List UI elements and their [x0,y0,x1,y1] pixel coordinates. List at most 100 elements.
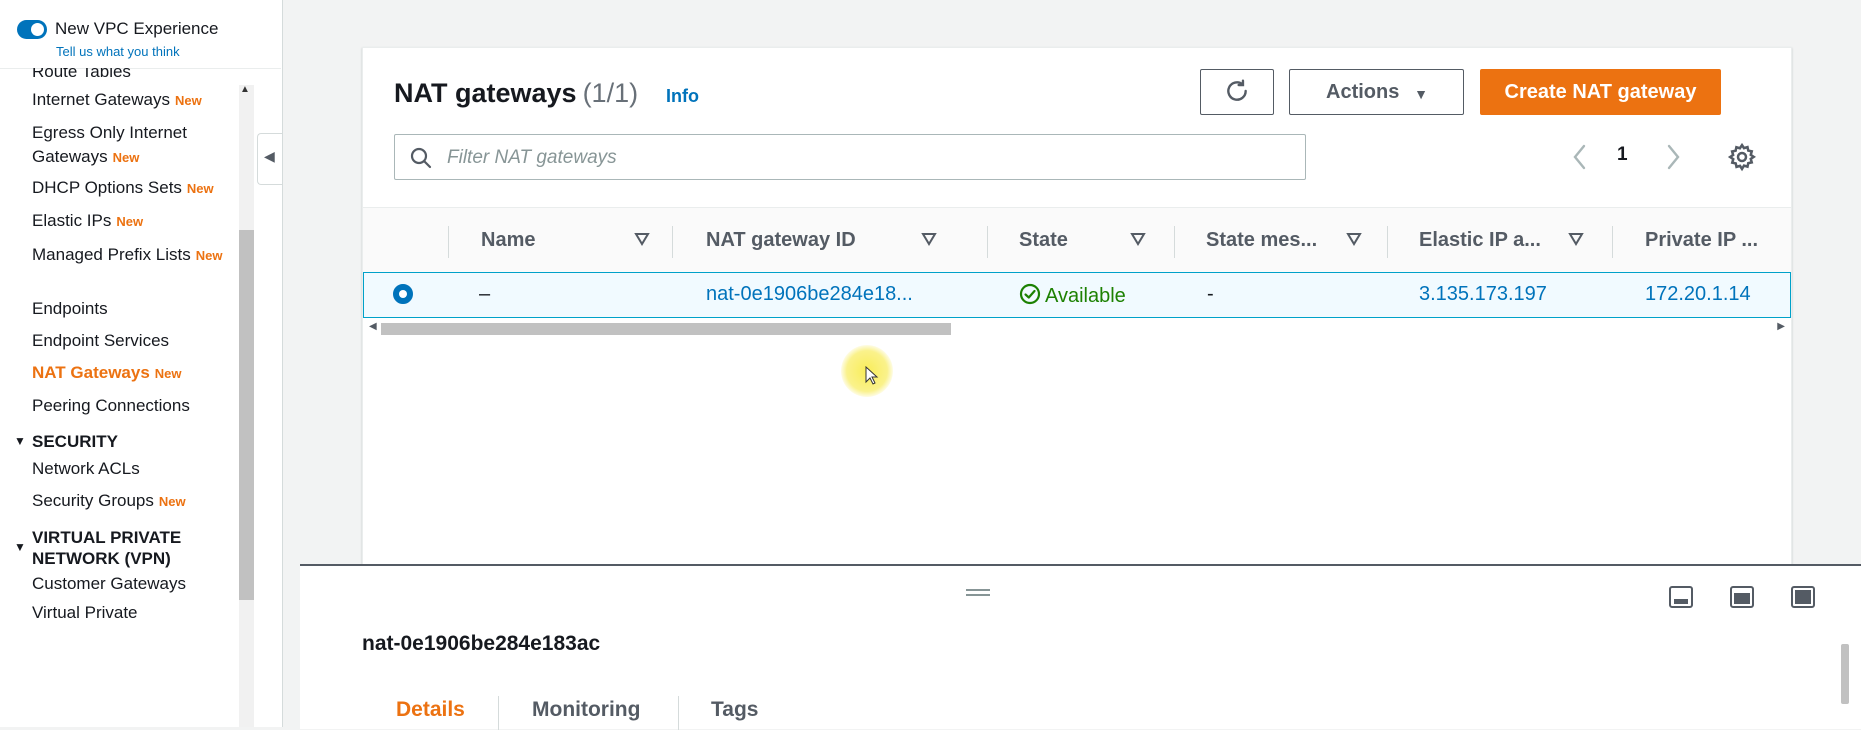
table-row[interactable]: – nat-0e1906be284e18... Available - 3.13… [363,272,1791,318]
sidebar-item-endpoints[interactable]: Endpoints [32,297,237,321]
sidebar-item-label: Security Groups [32,491,154,510]
cell-state-message: - [1207,283,1214,305]
column-header-label: Elastic IP a... [1419,229,1541,251]
sidebar-item-internet-gateways[interactable]: Internet Gateways New [32,88,237,113]
sidebar-item-virtual-private[interactable]: Virtual Private [32,601,237,625]
navigation-sidebar: New VPC Experience Tell us what you thin… [0,0,283,727]
sidebar-item-label: Virtual Private [32,603,138,622]
section-heading-line: VIRTUAL PRIVATE [32,528,182,547]
chevron-right-icon[interactable] [1661,140,1685,174]
sidebar-item-egress-only-internet-gateways[interactable]: Egress Only Internet Gateways New [32,121,237,170]
panel-position-side-icon[interactable] [1729,585,1755,609]
mouse-pointer-icon [865,366,879,385]
column-divider [987,226,988,258]
sidebar-item-dhcp-options-sets[interactable]: DHCP Options Sets New [32,176,237,201]
cell-state: Available [1019,283,1126,308]
sidebar-item-label: Egress Only Internet Gateways [32,123,187,166]
sidebar-item-label: DHCP Options Sets [32,178,182,197]
sidebar-item-label: NAT Gateways [32,363,150,382]
column-header-name[interactable]: Name [481,208,650,274]
row-select-radio[interactable] [393,284,413,304]
filter-box [394,134,1306,180]
column-divider [1612,226,1613,258]
column-header-state-message[interactable]: State mes... [1206,208,1386,274]
sidebar-item-label: Endpoints [32,299,108,318]
horizontal-scrollbar-thumb[interactable] [381,323,951,335]
scroll-up-arrow-icon[interactable]: ▲ [240,84,250,95]
new-experience-toggle[interactable] [17,20,47,39]
sidebar-item-nat-gateways[interactable]: NAT Gateways New [32,361,237,386]
tab-tags[interactable]: Tags [711,690,758,730]
column-divider [1174,226,1175,258]
sidebar-item-network-acls[interactable]: Network ACLs [32,457,237,481]
actions-dropdown-button[interactable]: Actions ▼ [1289,69,1464,115]
section-heading: SECURITY [32,432,118,451]
chevron-left-icon[interactable] [1568,140,1592,174]
cell-nat-gateway-id-link[interactable]: nat-0e1906be284e18... [706,283,913,306]
filter-input[interactable] [445,143,1289,173]
scroll-left-arrow-icon[interactable]: ◀ [369,321,377,332]
scroll-right-arrow-icon[interactable]: ▶ [1777,321,1785,332]
refresh-icon [1227,79,1247,101]
sidebar-item-peering-connections[interactable]: Peering Connections [32,394,237,418]
new-badge: New [112,150,140,165]
new-experience-panel: New VPC Experience Tell us what you thin… [0,0,281,69]
new-badge: New [158,494,186,509]
sidebar-item-customer-gateways[interactable]: Customer Gateways [32,572,237,596]
sidebar-item-managed-prefix-lists[interactable]: Managed Prefix Lists New [32,243,237,268]
column-header-state[interactable]: State [1019,208,1169,274]
page-title: NAT gateways (1/1) [394,78,638,109]
sidebar-item-route-tables[interactable]: Route Tables [32,68,237,84]
sidebar-item-label: Endpoint Services [32,331,170,350]
sort-icon [921,233,937,246]
sidebar-item-label: Elastic IPs [32,211,112,230]
current-page-number[interactable]: 1 [1617,144,1628,166]
column-header-private-ip[interactable]: Private IP ... [1645,208,1785,274]
section-vpn[interactable]: ▼ VIRTUAL PRIVATE NETWORK (VPN) [14,527,181,569]
refresh-button[interactable] [1200,69,1274,115]
caret-down-icon: ▼ [14,540,26,554]
panel-position-full-icon[interactable] [1790,585,1816,609]
column-header-label: NAT gateway ID [706,229,856,251]
sort-icon [1568,233,1584,246]
info-link[interactable]: Info [666,86,699,107]
tab-monitoring[interactable]: Monitoring [532,690,640,730]
sidebar-scrollbar-thumb[interactable] [239,230,254,600]
sort-icon [1130,233,1146,246]
state-text: Available [1045,285,1126,307]
selection-count: (1/1) [582,78,639,108]
collapse-sidebar-button[interactable]: ◀ [257,133,282,185]
sidebar-item-label: Customer Gateways [32,574,186,593]
sort-icon [1346,233,1362,246]
search-icon [410,147,432,169]
tab-divider [678,696,679,730]
sort-icon [634,233,650,246]
column-header-nat-gateway-id[interactable]: NAT gateway ID [706,208,946,274]
sidebar-item-security-groups[interactable]: Security Groups New [32,489,237,514]
resize-handle-icon[interactable] [966,588,990,598]
sidebar-item-endpoint-services[interactable]: Endpoint Services [32,329,237,353]
nav-list: Route Tables Internet Gateways New Egress… [0,68,240,727]
caret-down-icon: ▼ [14,434,26,448]
column-header-label: Name [481,229,536,251]
cell-elastic-ip-link[interactable]: 3.135.173.197 [1419,283,1547,306]
gear-icon[interactable] [1727,142,1757,172]
sidebar-item-label: Peering Connections [32,396,190,415]
create-nat-gateway-button[interactable]: Create NAT gateway [1480,69,1721,115]
feedback-link[interactable]: Tell us what you think [56,44,180,59]
details-scrollbar-thumb[interactable] [1841,644,1849,704]
panel-position-bottom-icon[interactable] [1668,585,1694,609]
column-header-label: State [1019,229,1068,251]
new-badge: New [154,366,182,381]
check-circle-icon [1019,283,1041,305]
cell-private-ip: 172.20.1.14 [1645,283,1751,305]
page-title-text: NAT gateways [394,78,577,108]
table-horizontal-scrollbar[interactable]: ◀ ▶ [363,320,1791,337]
section-security[interactable]: ▼ SECURITY [14,431,118,452]
column-header-elastic-ip[interactable]: Elastic IP a... [1419,208,1599,274]
column-divider [448,226,449,258]
cell-name: – [479,283,491,305]
column-divider [672,226,673,258]
sidebar-item-elastic-ips[interactable]: Elastic IPs New [32,209,237,234]
tab-details[interactable]: Details [396,690,465,730]
